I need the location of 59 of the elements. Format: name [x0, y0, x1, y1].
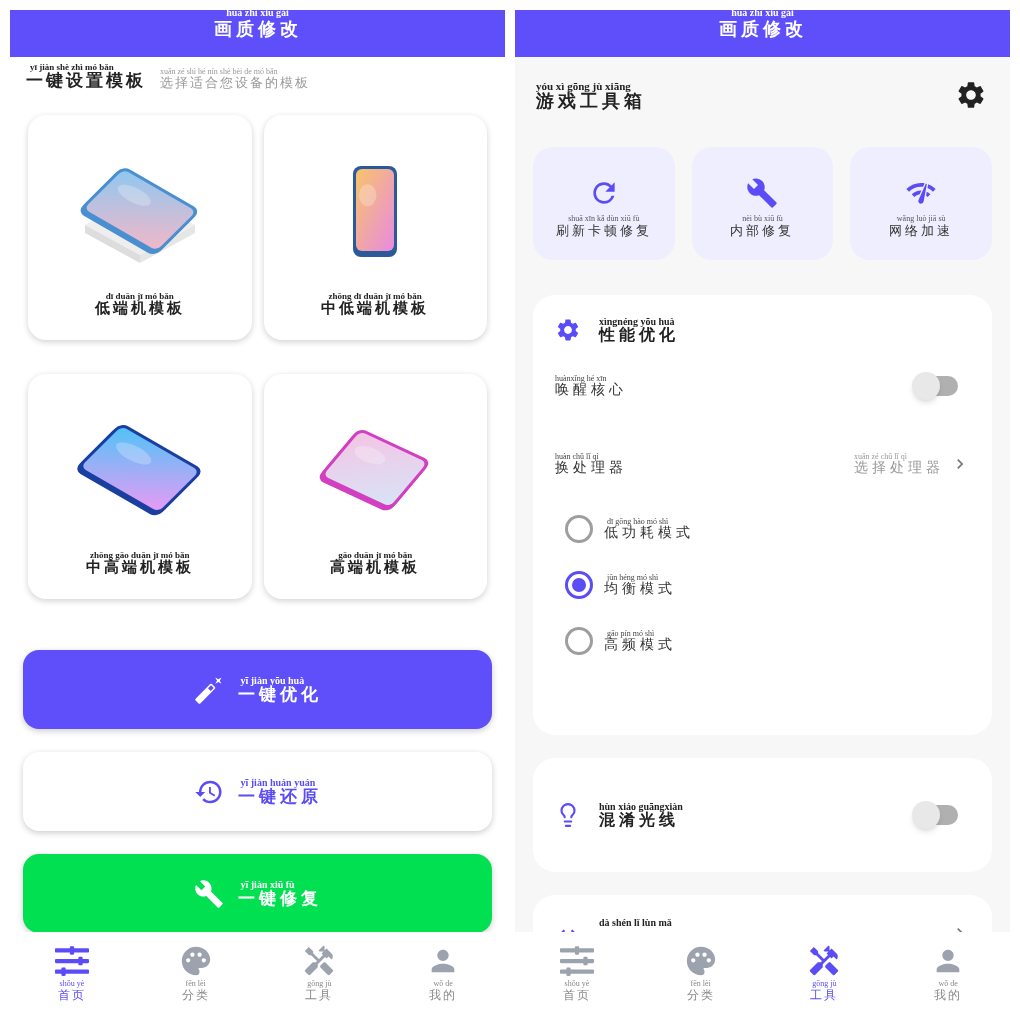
setting-label: 混淆光线: [599, 812, 679, 828]
nav-tab[interactable]: gōng jù 工具: [257, 944, 382, 1001]
sliders-icon: [559, 944, 594, 978]
nav-tab[interactable]: gōng jù 工具: [762, 944, 887, 1001]
radio-button[interactable]: [565, 571, 593, 599]
template-label: 中高端机模板: [85, 560, 194, 575]
pinyin-annotation: zhōng dī duān jī mó bǎn: [328, 292, 422, 301]
pinyin-annotation: hùn xiáo guāngxiàn: [599, 802, 683, 812]
setting-label: 换处理器: [555, 461, 627, 475]
template-label: 高端机模板: [330, 560, 421, 575]
pinyin-annotation: xuǎn zé shì hé nín shè bèi de mó bǎn: [160, 68, 278, 76]
pinyin-annotation: huàn chǔ lǐ qì: [555, 453, 599, 461]
toggle-switch[interactable]: [912, 800, 958, 830]
wrench-icon: [746, 177, 779, 210]
template-card[interactable]: zhōng gāo duān jī mó bǎn 中高端机模板: [28, 374, 252, 599]
pinyin-annotation: zhōng gāo duān jī mó bǎn: [90, 551, 190, 560]
nav-tab[interactable]: fēn lèi 分类: [638, 944, 763, 1001]
pinyin-annotation: gāo duān jī mó bǎn: [338, 551, 413, 560]
template-card[interactable]: zhōng dī duān jī mó bǎn 中低端机模板: [263, 115, 487, 340]
pinyin-annotation: jūn héng mó shì: [607, 574, 659, 582]
mode-label: 高频模式: [604, 638, 676, 652]
pinyin-annotation: dī duān jī mó bǎn: [105, 292, 174, 301]
section-title: 一键设置模板: [26, 72, 146, 89]
radio-button[interactable]: [565, 515, 593, 543]
nav-tab[interactable]: wǒ de 我的: [381, 944, 505, 1001]
gear-icon: [555, 317, 581, 343]
tool-tile[interactable]: wǎng luò jiā sù 网络加速: [850, 147, 992, 260]
processor-select[interactable]: xuǎn zé chǔ lǐ qì 选择处理器: [854, 453, 970, 475]
header-title: 画质修改: [213, 18, 302, 41]
pinyin-annotation: gāo pín mó shì: [607, 630, 655, 638]
tool-tile[interactable]: shuā xīn kǎ dùn xiū fù 刷新卡顿修复: [533, 147, 675, 260]
sliders-icon: [54, 944, 89, 978]
nav-tab[interactable]: wǒ de 我的: [886, 944, 1010, 1001]
pinyin-annotation: huànxǐng hé xīn: [555, 375, 607, 383]
mode-label: 低功耗模式: [604, 526, 694, 540]
pinyin-annotation: dà shén lǐ lùn mǎ: [599, 916, 672, 930]
action-button[interactable]: yī jiàn yōu huà 一键优化: [23, 650, 492, 729]
action-button[interactable]: yī jiàn huán yuán 一键还原: [23, 752, 492, 831]
mode-label: 均衡模式: [604, 582, 676, 596]
radio-button[interactable]: [565, 627, 593, 655]
section-hint: 选择适合您设备的模板: [160, 76, 310, 89]
nav-tab[interactable]: shǒu yè 首页: [10, 944, 134, 1001]
wrench-icon: [193, 878, 224, 909]
pinyin-annotation: yóu xì gōng jù xiāng: [536, 80, 631, 92]
pinyin-annotation: xìngnéng yōu huà: [599, 317, 675, 327]
template-card[interactable]: dī duān jī mó bǎn 低端机模板: [28, 115, 252, 340]
template-card[interactable]: gāo duān jī mó bǎn 高端机模板: [263, 374, 487, 599]
pinyin-annotation: yī jiàn shè zhì mó bǎn: [30, 63, 114, 72]
tool-tile[interactable]: nèi bù xiū fù 内部修复: [691, 147, 834, 260]
page-title: 游戏工具箱: [536, 91, 646, 110]
template-label: 低端机模板: [94, 301, 185, 316]
nav-tab[interactable]: shǒu yè 首页: [515, 944, 639, 1001]
setting-label: 唤醒核心: [555, 383, 627, 397]
header-title: 画质修改: [718, 18, 807, 41]
nav-tab[interactable]: fēn lèi 分类: [133, 944, 258, 1001]
card-title: 性能优化: [599, 327, 679, 343]
pinyin-annotation: dī gōng hào mó shì: [607, 518, 669, 526]
template-label: 中低端机模板: [321, 301, 430, 316]
toggle-switch[interactable]: [912, 371, 958, 401]
